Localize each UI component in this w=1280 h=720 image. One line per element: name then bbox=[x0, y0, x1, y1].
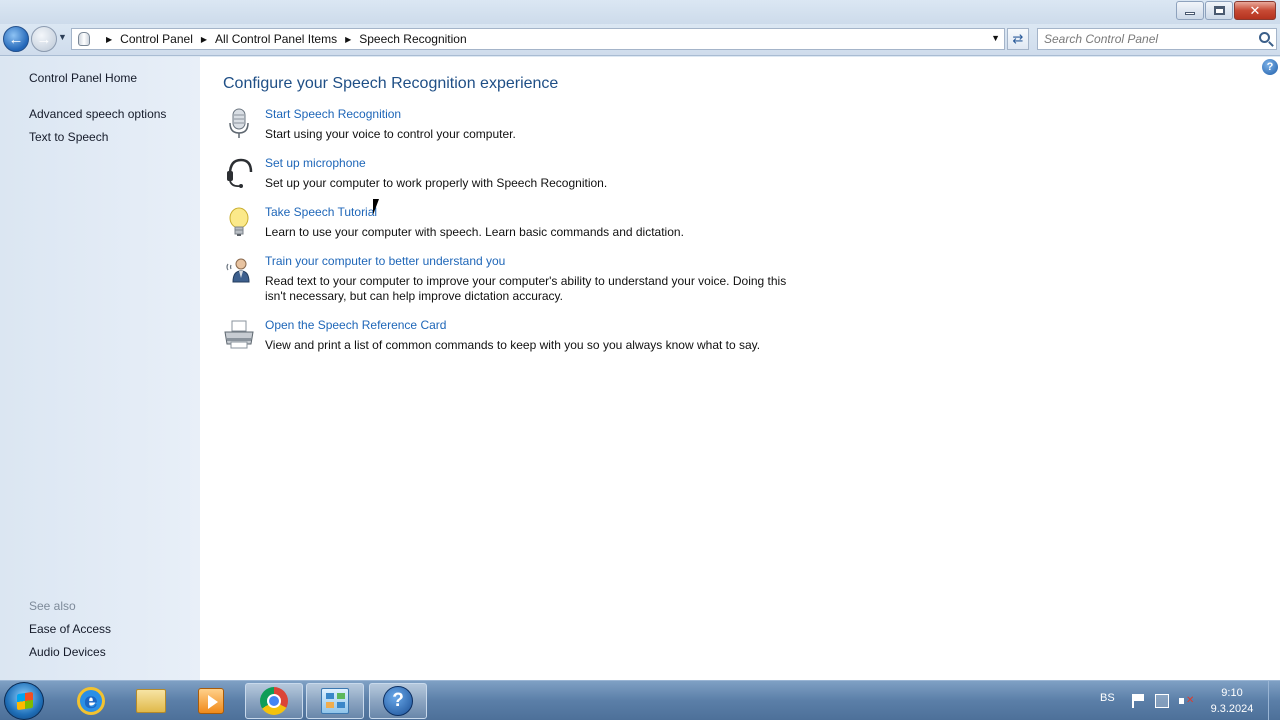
language-indicator[interactable]: BS bbox=[1100, 692, 1115, 704]
sidebar-item-ease-of-access[interactable]: Ease of Access bbox=[29, 622, 111, 636]
sidebar-item-text-to-speech[interactable]: Text to Speech bbox=[29, 130, 108, 144]
help-icon[interactable]: ? bbox=[1262, 59, 1278, 75]
search-icon[interactable] bbox=[1259, 32, 1270, 43]
open-reference-card-link[interactable]: Open the Speech Reference Card bbox=[265, 318, 446, 332]
close-button[interactable]: ✕ bbox=[1234, 1, 1276, 20]
taskbar-control-panel[interactable] bbox=[306, 683, 364, 719]
maximize-button[interactable] bbox=[1205, 1, 1233, 20]
minimize-button[interactable] bbox=[1176, 1, 1204, 20]
taskbar-chrome[interactable] bbox=[245, 683, 303, 719]
close-icon: ✕ bbox=[1249, 3, 1261, 18]
printer-icon bbox=[224, 320, 254, 349]
microphone-small-icon bbox=[78, 32, 90, 46]
task-description: Start using your voice to control your c… bbox=[265, 127, 516, 141]
network-icon[interactable] bbox=[1155, 694, 1169, 708]
sidebar: Control Panel Home Advanced speech optio… bbox=[0, 57, 200, 680]
task-description: Set up your computer to work properly wi… bbox=[265, 176, 608, 190]
search-input[interactable] bbox=[1038, 29, 1248, 49]
window-controls: ✕ bbox=[1176, 1, 1276, 20]
address-dropdown-icon[interactable]: ▼ bbox=[991, 33, 1000, 43]
lightbulb-icon bbox=[229, 207, 249, 236]
task-description: Learn to use your computer with speech. … bbox=[265, 225, 684, 239]
taskbar-help[interactable]: ? bbox=[369, 683, 427, 719]
control-panel-icon bbox=[321, 688, 349, 714]
headset-icon bbox=[227, 158, 253, 188]
breadcrumb-speech-recognition[interactable]: Speech Recognition bbox=[359, 32, 466, 46]
mouse-cursor-icon bbox=[373, 199, 385, 215]
sidebar-control-panel-home[interactable]: Control Panel Home bbox=[29, 71, 137, 85]
see-also-heading: See also bbox=[29, 599, 76, 613]
action-center-flag-icon[interactable] bbox=[1132, 694, 1146, 708]
breadcrumb-separator-icon[interactable]: ▶ bbox=[201, 35, 207, 44]
taskbar-internet-explorer[interactable]: e bbox=[62, 683, 120, 719]
help-icon: ? bbox=[383, 686, 413, 716]
back-arrow-icon: ← bbox=[8, 30, 24, 48]
back-button[interactable]: ← bbox=[3, 26, 29, 52]
search-box[interactable] bbox=[1037, 28, 1277, 50]
start-speech-recognition-link[interactable]: Start Speech Recognition bbox=[265, 107, 401, 121]
take-speech-tutorial-link[interactable]: Take Speech Tutorial bbox=[265, 205, 377, 219]
forward-button[interactable]: → bbox=[31, 26, 57, 52]
internet-explorer-icon: e bbox=[77, 687, 105, 715]
media-player-icon bbox=[198, 688, 224, 714]
user-voice-icon bbox=[226, 258, 250, 283]
breadcrumb-separator-icon[interactable]: ▶ bbox=[345, 35, 351, 44]
sidebar-item-advanced-speech-options[interactable]: Advanced speech options bbox=[29, 107, 166, 121]
task-description: Read text to your computer to improve yo… bbox=[265, 274, 787, 303]
breadcrumb-control-panel[interactable]: Control Panel bbox=[120, 32, 193, 46]
minimize-icon bbox=[1185, 12, 1195, 15]
start-button[interactable] bbox=[4, 682, 44, 720]
volume-muted-icon[interactable] bbox=[1179, 694, 1194, 708]
taskbar-media-player[interactable] bbox=[182, 683, 240, 719]
page-title: Configure your Speech Recognition experi… bbox=[223, 75, 559, 92]
chrome-icon bbox=[260, 687, 288, 715]
sidebar-item-audio-devices[interactable]: Audio Devices bbox=[29, 645, 106, 659]
taskbar-explorer[interactable] bbox=[122, 683, 180, 719]
show-desktop-button[interactable] bbox=[1268, 681, 1280, 720]
system-clock[interactable]: 9:10 9.3.2024 bbox=[1200, 685, 1264, 717]
train-computer-link[interactable]: Train your computer to better understand… bbox=[265, 254, 505, 268]
breadcrumb-all-items[interactable]: All Control Panel Items bbox=[215, 32, 337, 46]
clock-date: 9.3.2024 bbox=[1210, 703, 1254, 715]
microphone-icon bbox=[229, 108, 249, 138]
breadcrumb-separator-icon[interactable]: ▶ bbox=[106, 35, 112, 44]
taskbar: e ? BS 9:10 9.3.2024 bbox=[0, 680, 1280, 720]
forward-arrow-icon: → bbox=[36, 30, 52, 48]
address-bar[interactable]: ▶ Control Panel ▶ All Control Panel Item… bbox=[71, 28, 1005, 50]
navigation-bar: ← → ▼ ▶ Control Panel ▶ All Control Pane… bbox=[0, 24, 1280, 56]
title-bar: ✕ bbox=[0, 0, 1280, 24]
task-description: View and print a list of common commands… bbox=[265, 338, 761, 352]
folder-icon bbox=[136, 689, 166, 713]
clock-time: 9:10 bbox=[1221, 687, 1243, 699]
maximize-icon bbox=[1213, 6, 1225, 15]
refresh-button[interactable]: ⇄ bbox=[1007, 28, 1029, 50]
refresh-icon: ⇄ bbox=[1012, 31, 1024, 46]
recent-pages-dropdown[interactable]: ▼ bbox=[58, 32, 67, 42]
set-up-microphone-link[interactable]: Set up microphone bbox=[265, 156, 366, 170]
main-content: ? Configure your Speech Recognition expe… bbox=[200, 57, 1280, 680]
